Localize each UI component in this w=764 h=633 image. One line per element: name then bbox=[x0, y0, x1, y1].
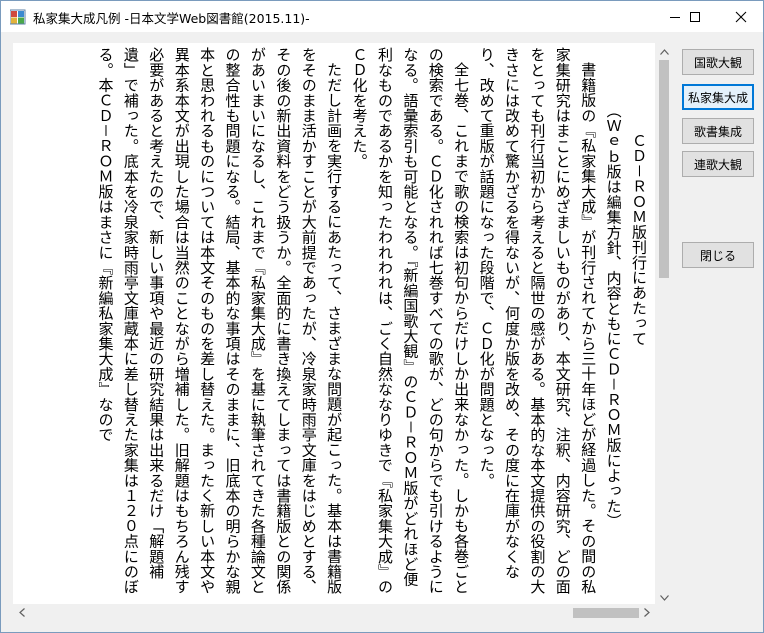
maximize-button[interactable] bbox=[672, 1, 717, 32]
paragraph: 全七巻、これまで歌の検索は初句からだけしか出来なかった。しかも各巻ごとの検索であ… bbox=[350, 47, 471, 595]
scroll-right-arrow-icon[interactable] bbox=[638, 604, 655, 621]
maximize-icon bbox=[689, 11, 701, 23]
horizontal-scrollbar[interactable] bbox=[13, 604, 655, 621]
scrollbar-corner bbox=[655, 606, 673, 621]
paragraph: 書籍版の『私家集大成』が刊行されてから三十年ほどが経過した。その間の私家集研究は… bbox=[477, 47, 598, 595]
kokka-taikan-button[interactable]: 国歌大観 bbox=[682, 49, 754, 75]
vertical-scrollbar[interactable] bbox=[655, 43, 673, 606]
close-icon bbox=[735, 11, 747, 23]
shikashu-taisei-button[interactable]: 私家集大成 bbox=[682, 84, 754, 110]
document-subheading: （Ｗｅｂ版は編集方針、内容ともにＣＤ－ＲＯＭ版によった） bbox=[604, 102, 623, 529]
close-button[interactable]: 閉じる bbox=[682, 242, 754, 268]
title-bar[interactable]: 私家集大成凡例 -日本文学Web図書館(2015.11)- bbox=[1, 1, 763, 32]
vertical-scroll-thumb[interactable] bbox=[659, 60, 669, 278]
app-icon bbox=[9, 9, 26, 25]
renga-taikan-button[interactable]: 連歌大観 bbox=[682, 151, 754, 177]
window-title: 私家集大成凡例 -日本文学Web図書館(2015.11)- bbox=[33, 11, 310, 26]
horizontal-scroll-thumb[interactable] bbox=[573, 608, 639, 618]
scroll-down-arrow-icon[interactable] bbox=[655, 589, 673, 606]
document-text: ＣＤ－ＲＯＭ版刊行にあたって （Ｗｅｂ版は編集方針、内容ともにＣＤ－ＲＯＭ版によ… bbox=[92, 47, 651, 595]
scroll-left-arrow-icon[interactable] bbox=[13, 604, 30, 621]
document-view[interactable]: ＣＤ－ＲＯＭ版刊行にあたって （Ｗｅｂ版は編集方針、内容ともにＣＤ－ＲＯＭ版によ… bbox=[13, 43, 655, 621]
kasho-shusei-button[interactable]: 歌書集成 bbox=[682, 118, 754, 144]
app-window: 私家集大成凡例 -日本文学Web図書館(2015.11)- ＣＤ－ＲＯＭ版刊行に… bbox=[0, 0, 764, 633]
paragraph: ただし計画を実行するにあたって、さまざまな問題が起こった。基本は書籍版をそのまま… bbox=[96, 47, 344, 595]
close-window-button[interactable] bbox=[718, 1, 763, 32]
scroll-up-arrow-icon[interactable] bbox=[655, 43, 673, 60]
document-heading: ＣＤ－ＲＯＭ版刊行にあたって bbox=[630, 132, 648, 346]
